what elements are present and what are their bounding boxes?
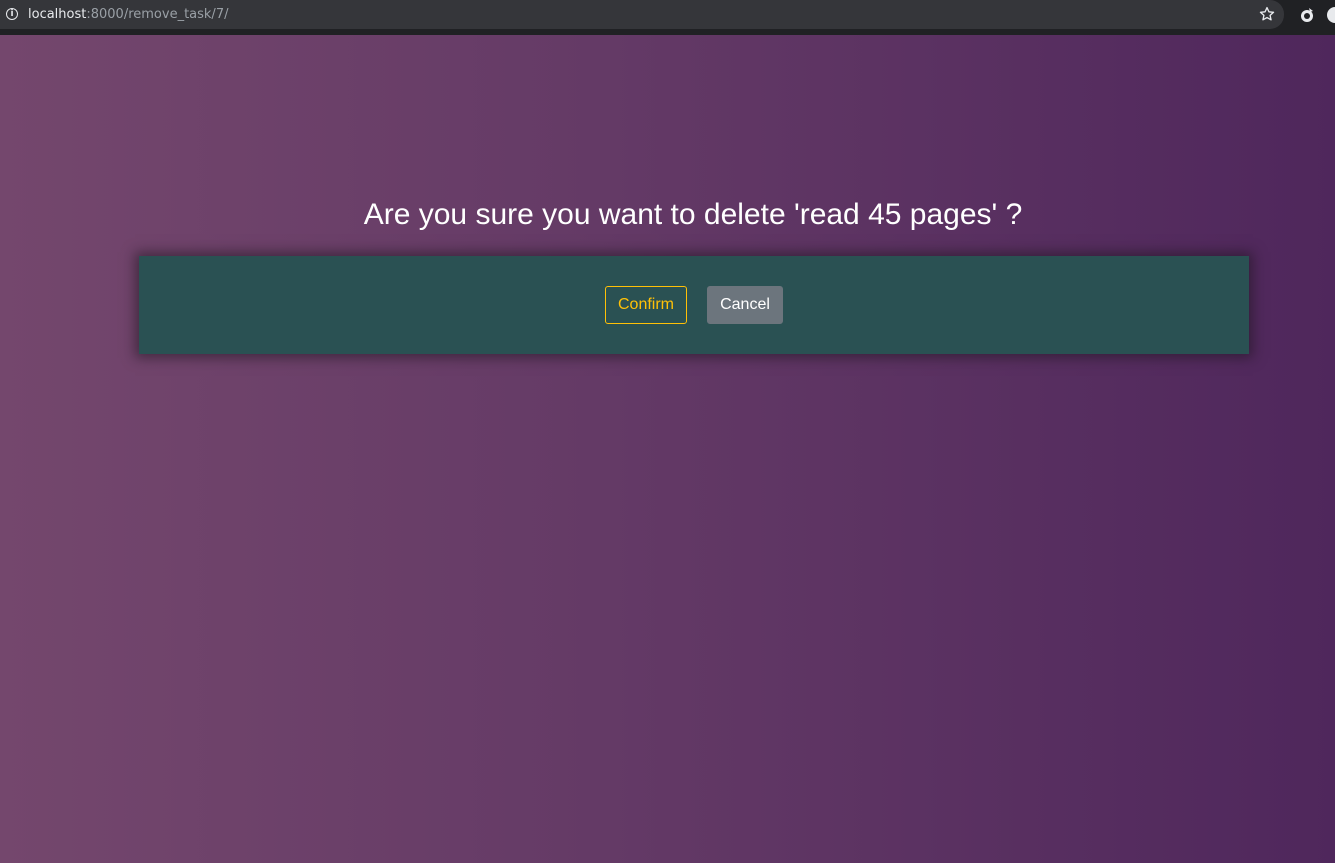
confirmation-panel: Confirm Cancel	[139, 256, 1249, 354]
extension-icon-2[interactable]	[1327, 7, 1335, 23]
info-icon[interactable]: i	[6, 8, 18, 20]
url-text[interactable]: localhost:8000/remove_task/7/	[28, 7, 228, 22]
delete-confirmation-message: Are you sure you want to delete 'read 45…	[363, 198, 1023, 231]
url-host: localhost	[28, 7, 87, 22]
address-bar[interactable]: i localhost:8000/remove_task/7/	[0, 0, 1284, 29]
cancel-button[interactable]: Cancel	[707, 286, 783, 324]
star-icon[interactable]	[1258, 5, 1276, 23]
extension-icon[interactable]	[1299, 7, 1315, 23]
browser-toolbar: i localhost:8000/remove_task/7/	[0, 0, 1335, 36]
confirm-button[interactable]: Confirm	[605, 286, 687, 324]
page-body: Are you sure you want to delete 'read 45…	[0, 35, 1335, 863]
url-path: :8000/remove_task/7/	[86, 7, 229, 22]
